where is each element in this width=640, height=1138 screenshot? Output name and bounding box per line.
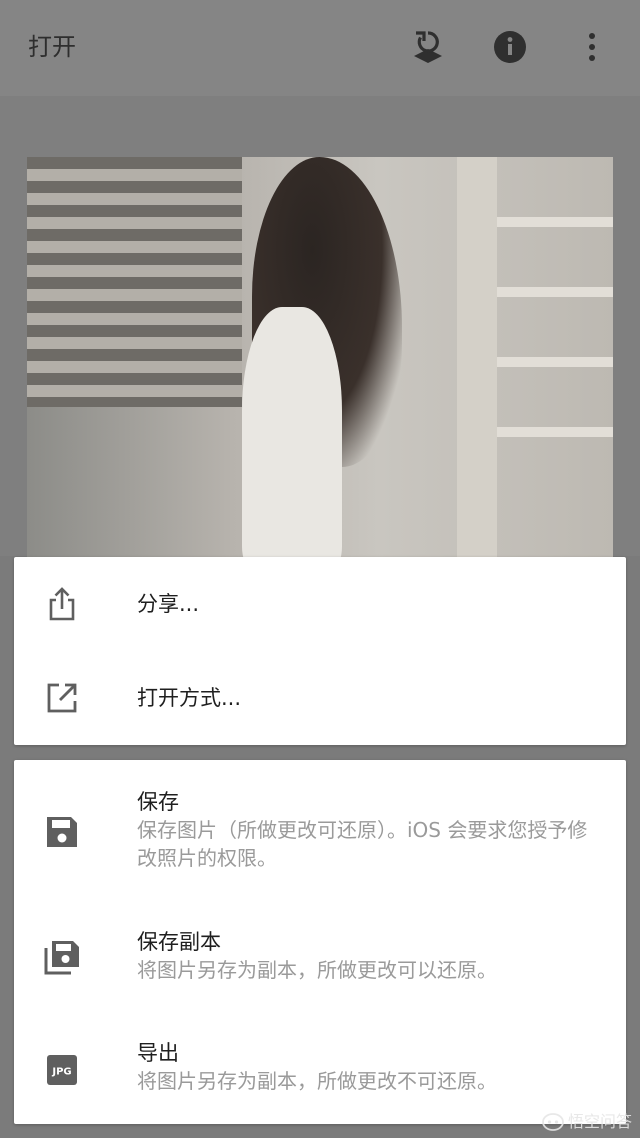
watermark: 悟空问答 (542, 1112, 632, 1132)
open-with-menu-item[interactable]: 打开方式... (14, 651, 626, 745)
photo-preview (27, 157, 613, 557)
save-description: 保存图片（所做更改可还原）。iOS 会要求您授予修改照片的权限。 (137, 818, 588, 870)
share-icon (42, 584, 82, 624)
share-options-card: 分享... 打开方式... (14, 557, 626, 745)
info-icon[interactable] (487, 24, 533, 70)
save-label: 保存 (137, 790, 179, 814)
share-menu-item[interactable]: 分享... (14, 557, 626, 651)
photo-person-dress (242, 307, 342, 557)
save-copy-description: 将图片另存为副本，所做更改可以还原。 (137, 958, 497, 982)
share-label: 分享... (137, 592, 200, 616)
jpg-icon-text: JPG (51, 1067, 71, 1078)
more-vertical-icon[interactable] (569, 24, 615, 70)
page-title: 打开 (28, 33, 76, 61)
save-menu-item[interactable]: 保存 保存图片（所做更改可还原）。iOS 会要求您授予修改照片的权限。 (14, 760, 626, 890)
export-label: 导出 (137, 1041, 179, 1065)
save-options-card: 保存 保存图片（所做更改可还原）。iOS 会要求您授予修改照片的权限。 保存副本… (14, 760, 626, 1124)
jpg-icon: JPG (42, 1050, 82, 1090)
photo-blinds (27, 157, 242, 407)
photo-pillar (457, 157, 497, 557)
save-copy-icon (42, 937, 82, 977)
watermark-text: 悟空问答 (567, 1112, 632, 1131)
photo-railing (497, 217, 613, 227)
open-with-label: 打开方式... (137, 686, 242, 710)
save-copy-menu-item[interactable]: 保存副本 将图片另存为副本，所做更改可以还原。 (14, 890, 626, 1002)
save-copy-label: 保存副本 (137, 930, 221, 954)
swap-layers-icon[interactable] (405, 24, 451, 70)
export-menu-item[interactable]: JPG 导出 将图片另存为副本，所做更改不可还原。 (14, 1002, 626, 1124)
export-description: 将图片另存为副本，所做更改不可还原。 (137, 1069, 497, 1093)
wukong-logo-icon (542, 1113, 564, 1131)
open-external-icon (42, 678, 82, 718)
save-icon (42, 812, 82, 852)
app-bar: 打开 (0, 0, 640, 96)
